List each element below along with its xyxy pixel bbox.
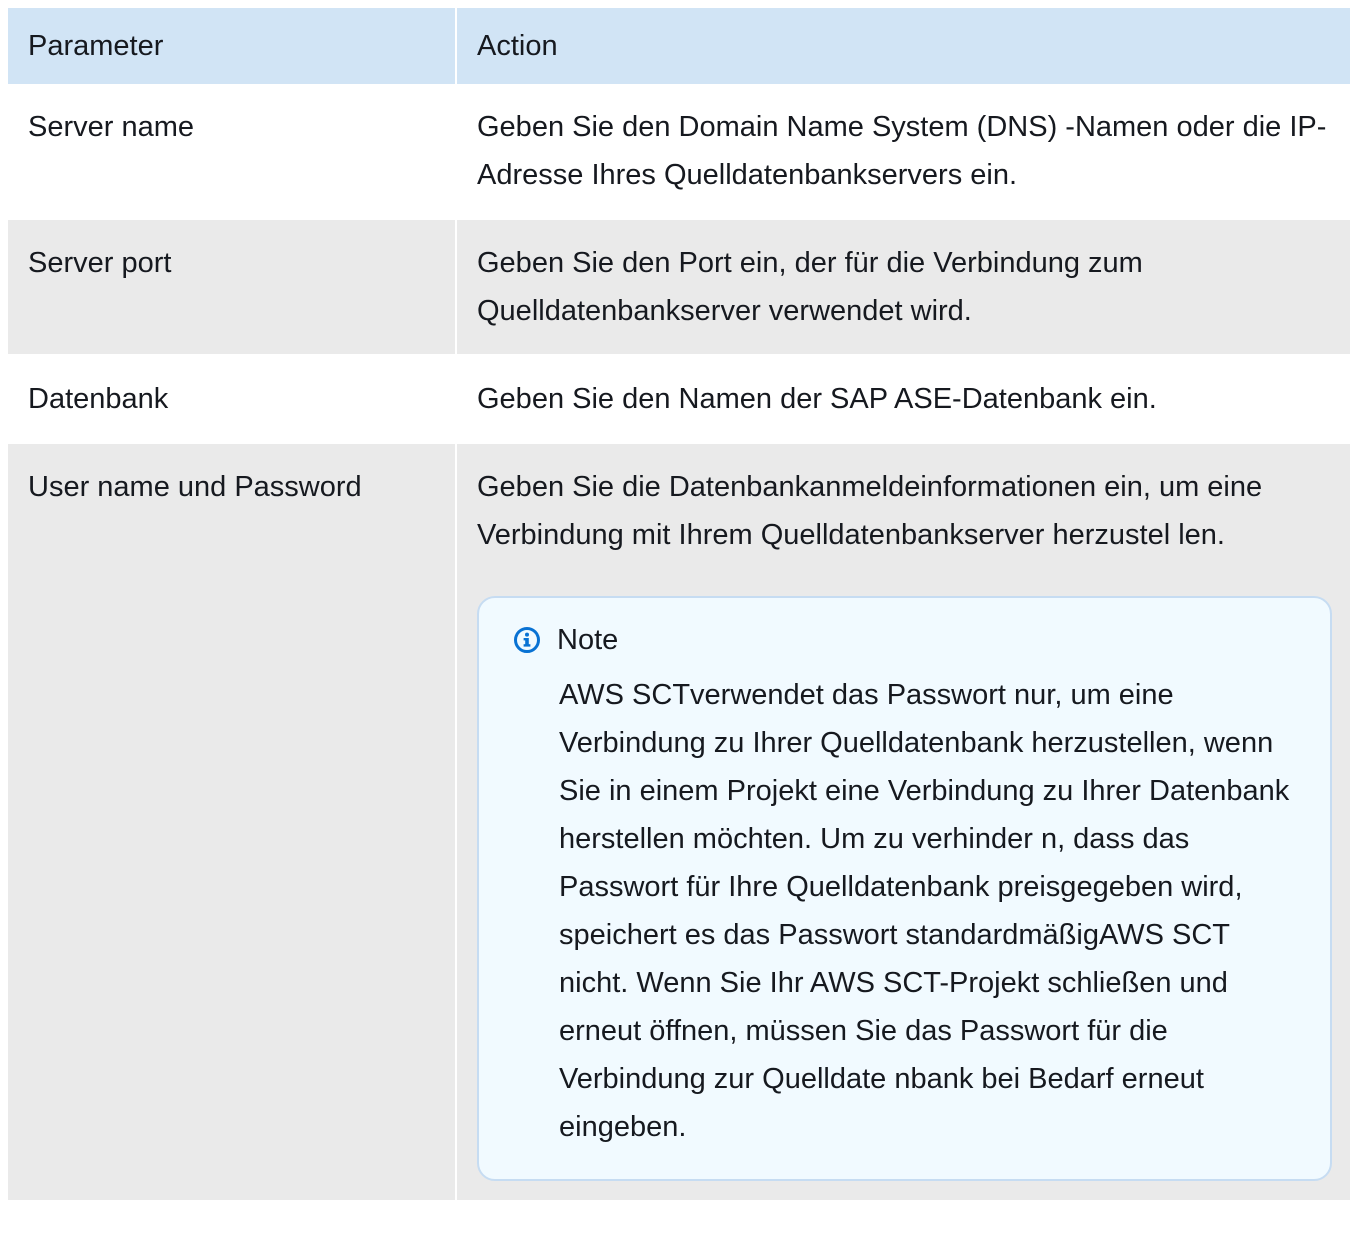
parameter-cell: Server name [8, 84, 456, 219]
table-row: Server name Geben Sie den Domain Name Sy… [8, 84, 1350, 219]
table-row: Server port Geben Sie den Port ein, der … [8, 218, 1350, 355]
note-header: Note [513, 612, 1290, 668]
info-icon [514, 627, 540, 653]
column-header-action: Action [455, 8, 1350, 84]
note-callout: Note AWS SCTverwendet das Passwort nur, … [477, 596, 1332, 1181]
action-cell: Geben Sie die Datenbankanmeldeinformatio… [455, 442, 1350, 1200]
parameter-cell: Datenbank [8, 354, 456, 443]
note-text: AWS SCTverwendet das Passwort nur, um ei… [559, 679, 1290, 1143]
column-header-parameter: Parameter [8, 8, 456, 84]
parameter-table: Parameter Action Server name Geben Sie d… [8, 8, 1350, 1200]
action-cell: Geben Sie den Domain Name System (DNS) -… [455, 84, 1350, 219]
table-header-row: Parameter Action [8, 8, 1350, 84]
action-cell: Geben Sie den Port ein, der für die Verb… [455, 218, 1350, 355]
note-title: Note [557, 624, 619, 656]
action-cell: Geben Sie den Namen der SAP ASE-Datenban… [455, 354, 1350, 443]
table-row: Datenbank Geben Sie den Namen der SAP AS… [8, 354, 1350, 443]
table-row: User name und Password Geben Sie die Dat… [8, 442, 1350, 1200]
parameter-cell: User name und Password [8, 442, 456, 1200]
parameter-cell: Server port [8, 218, 456, 355]
action-text: Geben Sie die Datenbankanmeldeinformatio… [477, 471, 1263, 551]
